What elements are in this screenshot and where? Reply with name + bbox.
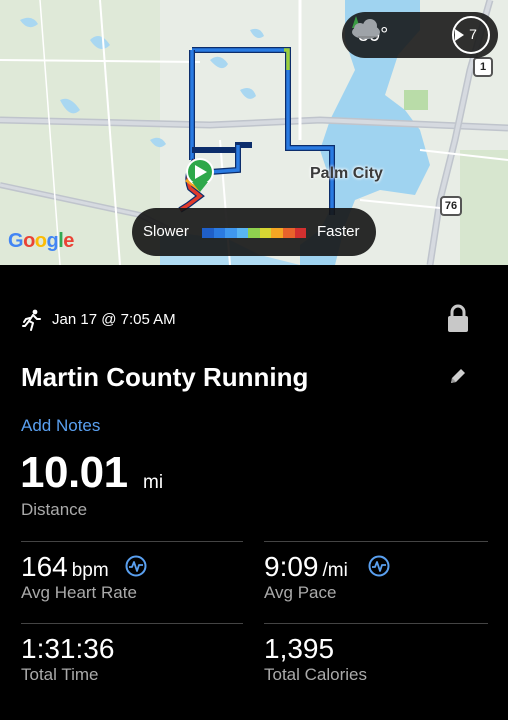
pace-legend: Slower Faster bbox=[132, 208, 376, 256]
avg-pace-label: Avg Pace bbox=[264, 583, 337, 602]
avg-heart-rate-unit: bpm bbox=[71, 560, 109, 581]
pace-color-swatch bbox=[236, 228, 249, 238]
total-time-label: Total Time bbox=[21, 665, 99, 684]
pace-color-swatch bbox=[282, 228, 295, 238]
total-time-value: 1:31:36 bbox=[21, 633, 115, 664]
pace-color-swatch bbox=[225, 228, 237, 238]
total-calories-value: 1,395 bbox=[264, 633, 335, 664]
divider bbox=[21, 541, 243, 542]
legend-faster-label: Faster bbox=[317, 223, 360, 240]
pace-color-swatch bbox=[259, 228, 272, 238]
route-shield-1: 1 bbox=[473, 57, 493, 77]
distance-label: Distance bbox=[21, 500, 88, 519]
pace-color-swatch bbox=[213, 228, 226, 238]
pace-chart-icon[interactable] bbox=[368, 555, 390, 577]
place-label: Palm City bbox=[310, 165, 383, 182]
route-map[interactable]: 1 76 Palm City Google 59° 7 Slower Faste… bbox=[0, 0, 508, 265]
google-logo: Google bbox=[8, 230, 74, 252]
total-calories-label: Total Calories bbox=[264, 665, 367, 684]
activity-title: Martin County Running bbox=[21, 362, 309, 392]
divider bbox=[264, 541, 488, 542]
running-icon bbox=[22, 309, 41, 331]
pace-color-swatch bbox=[294, 228, 307, 238]
wind-speed: 7 bbox=[469, 26, 477, 42]
divider bbox=[21, 623, 243, 624]
heart-rate-chart-icon[interactable] bbox=[125, 555, 147, 577]
weather-pill[interactable]: 59° 7 bbox=[342, 12, 498, 58]
cloudy-night-icon bbox=[352, 16, 380, 39]
route-shield-76: 76 bbox=[440, 196, 462, 216]
avg-pace-value: 9:09/mi bbox=[264, 551, 348, 582]
edit-pencil-icon[interactable] bbox=[448, 366, 468, 386]
lock-icon[interactable] bbox=[446, 304, 470, 334]
pace-color-swatch bbox=[271, 228, 283, 238]
avg-pace-unit: /mi bbox=[322, 560, 348, 581]
add-notes-link[interactable]: Add Notes bbox=[21, 416, 100, 436]
pace-color-scale bbox=[202, 228, 307, 238]
avg-heart-rate-value: 164 bpm bbox=[21, 551, 109, 582]
divider bbox=[264, 623, 488, 624]
distance-unit: mi bbox=[143, 472, 164, 493]
pace-color-swatch bbox=[202, 228, 214, 238]
activity-datetime: Jan 17 @ 7:05 AM bbox=[52, 311, 176, 328]
distance-value: 10.01 bbox=[20, 448, 128, 497]
pace-color-swatch bbox=[248, 228, 260, 238]
avg-heart-rate-label: Avg Heart Rate bbox=[21, 583, 137, 602]
legend-slower-label: Slower bbox=[143, 223, 189, 240]
wind-direction-icon: 7 bbox=[452, 16, 490, 54]
